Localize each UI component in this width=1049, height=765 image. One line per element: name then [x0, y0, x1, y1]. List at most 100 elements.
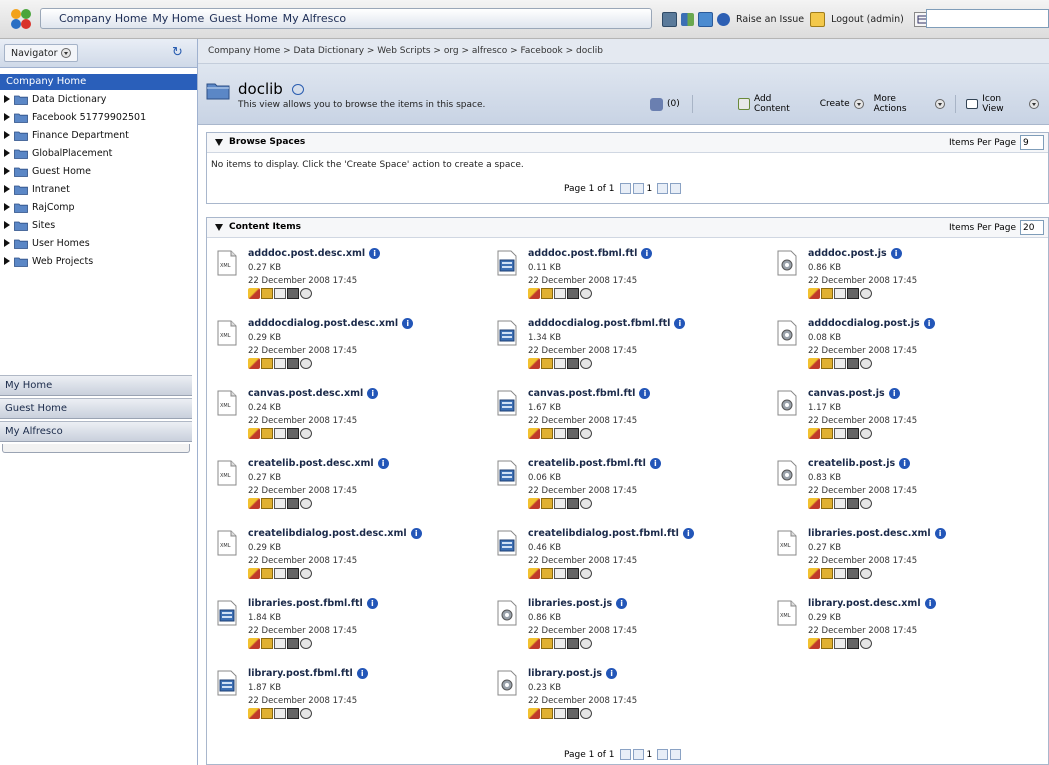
- delete-icon[interactable]: [847, 358, 859, 369]
- more-actions-icon[interactable]: [580, 708, 592, 719]
- delete-icon[interactable]: [847, 568, 859, 579]
- sidebar-item-guest-home[interactable]: Guest Home: [0, 162, 197, 180]
- browse-spaces-header[interactable]: Browse Spaces Items Per Page: [207, 133, 1048, 153]
- checkout-icon[interactable]: [261, 708, 273, 719]
- edit-icon[interactable]: [808, 428, 820, 439]
- delete-icon[interactable]: [567, 288, 579, 299]
- more-actions-icon[interactable]: [860, 568, 872, 579]
- content-item-name[interactable]: adddocdialog.post.desc.xml i: [248, 318, 414, 329]
- bottom-nav-my-alfresco[interactable]: My Alfresco: [0, 421, 192, 442]
- tree-root-company-home[interactable]: Company Home: [0, 74, 197, 90]
- info-icon[interactable]: i: [606, 668, 618, 679]
- content-item-name[interactable]: library.post.fbml.ftl i: [248, 668, 368, 679]
- info-icon[interactable]: i: [639, 388, 651, 399]
- more-actions-icon[interactable]: [300, 428, 312, 439]
- info-icon[interactable]: i: [899, 458, 911, 469]
- checkout-icon[interactable]: [261, 288, 273, 299]
- more-actions-icon[interactable]: [580, 638, 592, 649]
- expand-arrow-icon[interactable]: [4, 221, 10, 229]
- checkout-icon[interactable]: [821, 428, 833, 439]
- raise-issue-link[interactable]: Raise an Issue: [736, 14, 804, 25]
- info-icon[interactable]: i: [367, 388, 379, 399]
- edit-icon[interactable]: [528, 288, 540, 299]
- edit-icon[interactable]: [528, 428, 540, 439]
- content-item-name[interactable]: adddoc.post.desc.xml i: [248, 248, 381, 259]
- info-icon[interactable]: i: [402, 318, 414, 329]
- sidebar-item-intranet[interactable]: Intranet: [0, 180, 197, 198]
- details-icon[interactable]: [554, 568, 566, 579]
- current-page-number[interactable]: 1: [647, 184, 653, 194]
- info-icon[interactable]: i: [888, 388, 900, 399]
- content-items-title[interactable]: Content Items: [215, 222, 301, 232]
- sidebar-item-facebook-51779902501[interactable]: Facebook 51779902501: [0, 108, 197, 126]
- delete-icon[interactable]: [287, 568, 299, 579]
- checkout-icon[interactable]: [261, 568, 273, 579]
- info-icon[interactable]: i: [923, 318, 935, 329]
- delete-icon[interactable]: [287, 498, 299, 509]
- alfresco-logo-icon[interactable]: [8, 7, 34, 31]
- details-icon[interactable]: [834, 428, 846, 439]
- navigator-dropdown[interactable]: Navigator: [4, 44, 79, 62]
- delete-icon[interactable]: [287, 288, 299, 299]
- delete-icon[interactable]: [567, 638, 579, 649]
- info-icon[interactable]: i: [616, 598, 628, 609]
- details-icon[interactable]: [554, 288, 566, 299]
- checkout-icon[interactable]: [261, 358, 273, 369]
- more-actions-button[interactable]: More Actions: [874, 94, 946, 114]
- more-actions-icon[interactable]: [580, 428, 592, 439]
- info-icon[interactable]: i: [674, 318, 686, 329]
- content-item-name[interactable]: createlib.post.fbml.ftl i: [528, 458, 661, 469]
- content-item-name[interactable]: adddocdialog.post.fbml.ftl i: [528, 318, 686, 329]
- last-page-button[interactable]: [670, 183, 682, 194]
- content-items-header[interactable]: Content Items Items Per Page: [207, 218, 1048, 238]
- items-per-page-input[interactable]: [1020, 220, 1044, 235]
- search-input[interactable]: [926, 9, 1049, 28]
- content-item-name[interactable]: libraries.post.desc.xml i: [808, 528, 946, 539]
- delete-icon[interactable]: [287, 638, 299, 649]
- edit-icon[interactable]: [528, 638, 540, 649]
- expand-arrow-icon[interactable]: [4, 239, 10, 247]
- checkout-icon[interactable]: [261, 498, 273, 509]
- edit-icon[interactable]: [248, 428, 260, 439]
- more-actions-icon[interactable]: [300, 708, 312, 719]
- current-page-number[interactable]: 1: [647, 750, 653, 760]
- edit-icon[interactable]: [528, 358, 540, 369]
- next-page-button[interactable]: [657, 749, 669, 760]
- details-icon[interactable]: [274, 428, 286, 439]
- content-item-name[interactable]: libraries.post.js i: [528, 598, 628, 609]
- content-item-name[interactable]: canvas.post.fbml.ftl i: [528, 388, 651, 399]
- checkout-icon[interactable]: [261, 428, 273, 439]
- more-actions-icon[interactable]: [300, 498, 312, 509]
- details-icon[interactable]: [554, 638, 566, 649]
- info-icon[interactable]: i: [356, 668, 368, 679]
- expand-arrow-icon[interactable]: [4, 149, 10, 157]
- more-actions-icon[interactable]: [580, 498, 592, 509]
- bottom-nav-guest-home[interactable]: Guest Home: [0, 398, 192, 419]
- info-icon[interactable]: i: [641, 248, 653, 259]
- content-item-name[interactable]: canvas.post.js i: [808, 388, 900, 399]
- info-icon[interactable]: i: [410, 528, 422, 539]
- checkout-icon[interactable]: [821, 358, 833, 369]
- edit-icon[interactable]: [808, 358, 820, 369]
- delete-icon[interactable]: [847, 288, 859, 299]
- info-icon[interactable]: i: [366, 598, 378, 609]
- details-icon[interactable]: [834, 358, 846, 369]
- more-actions-icon[interactable]: [580, 288, 592, 299]
- content-item-name[interactable]: canvas.post.desc.xml i: [248, 388, 379, 399]
- content-item-name[interactable]: createlibdialog.post.fbml.ftl i: [528, 528, 694, 539]
- more-actions-icon[interactable]: [300, 568, 312, 579]
- edit-icon[interactable]: [808, 568, 820, 579]
- info-icon[interactable]: i: [369, 248, 381, 259]
- nav-company-home-link[interactable]: Company Home: [59, 12, 147, 25]
- details-icon[interactable]: [274, 638, 286, 649]
- expand-arrow-icon[interactable]: [4, 95, 10, 103]
- more-actions-icon[interactable]: [860, 288, 872, 299]
- more-actions-icon[interactable]: [860, 498, 872, 509]
- checkout-icon[interactable]: [541, 288, 553, 299]
- sidebar-item-globalplacement[interactable]: GlobalPlacement: [0, 144, 197, 162]
- edit-icon[interactable]: [808, 638, 820, 649]
- checkout-icon[interactable]: [821, 498, 833, 509]
- info-icon[interactable]: i: [649, 458, 661, 469]
- checkout-icon[interactable]: [821, 568, 833, 579]
- delete-icon[interactable]: [567, 568, 579, 579]
